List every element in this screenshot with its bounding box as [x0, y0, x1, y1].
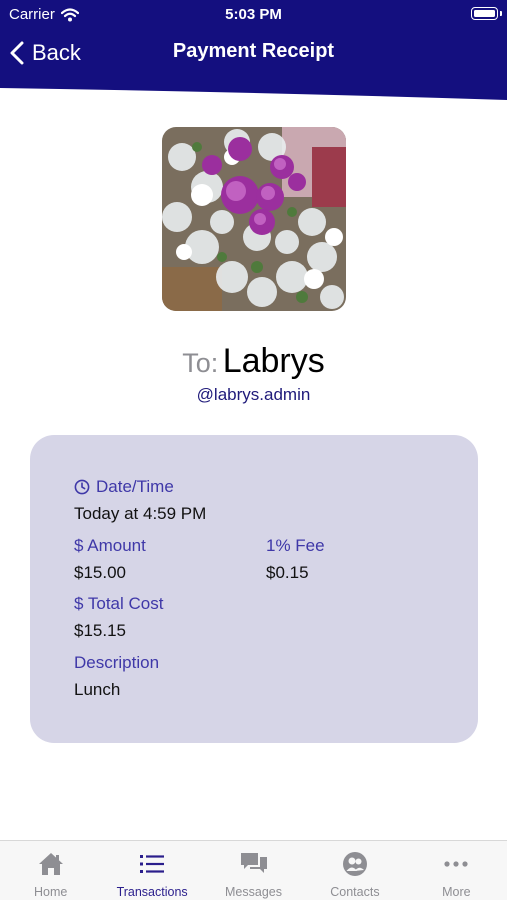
payment-receipt-screen: Carrier 5:03 PM Back Payment Receipt To:…	[0, 0, 507, 900]
list-icon	[140, 855, 165, 873]
messages-icon	[240, 853, 267, 873]
description-label: Description	[74, 653, 160, 672]
recipient-handle[interactable]: @labrys.admin	[0, 385, 507, 405]
status-bar: Carrier 5:03 PM	[0, 0, 507, 28]
amount-label: $ Amount	[74, 536, 146, 555]
tab-contacts[interactable]: Contacts	[304, 841, 405, 900]
amount-field: $ Amount $15.00	[74, 536, 146, 583]
fee-value: $0.15	[266, 563, 309, 582]
tab-transactions-label: Transactions	[116, 885, 188, 899]
status-time: 5:03 PM	[225, 6, 282, 23]
amount-value: $15.00	[74, 563, 126, 582]
tab-more-label: More	[442, 885, 471, 899]
tab-home[interactable]: Home	[0, 841, 101, 900]
home-icon	[38, 853, 63, 875]
tab-bar: Home Transactions Messages Contacts More	[0, 840, 507, 900]
battery-icon	[471, 7, 498, 20]
recipient-heading: To: Labrys	[0, 342, 507, 381]
clock-icon	[74, 479, 90, 495]
tab-messages-label: Messages	[225, 885, 282, 899]
total-label: $ Total Cost	[74, 594, 164, 613]
fee-field: 1% Fee $0.15	[266, 536, 325, 583]
more-icon	[444, 861, 468, 867]
description-value: Lunch	[74, 680, 121, 699]
recipient-avatar	[162, 127, 346, 311]
datetime-field: Date/Time Today at 4:59 PM	[74, 477, 206, 524]
battery-tip	[500, 11, 502, 16]
header: Carrier 5:03 PM Back Payment Receipt	[0, 0, 507, 104]
datetime-value: Today at 4:59 PM	[74, 504, 207, 523]
chevron-left-icon	[10, 41, 24, 65]
tab-messages[interactable]: Messages	[203, 841, 304, 900]
total-value: $15.15	[74, 621, 126, 640]
tab-transactions[interactable]: Transactions	[101, 841, 202, 900]
receipt-details-card: Date/Time Today at 4:59 PM $ Amount $15.…	[30, 435, 478, 743]
tab-more[interactable]: More	[406, 841, 507, 900]
tab-contacts-label: Contacts	[330, 885, 380, 899]
to-label: To:	[182, 348, 219, 378]
back-label: Back	[32, 40, 81, 65]
recipient-name: Labrys	[222, 342, 325, 380]
datetime-label-row: Date/Time	[74, 477, 206, 497]
fee-label: 1% Fee	[266, 536, 325, 555]
description-field: Description Lunch	[74, 653, 159, 700]
datetime-label: Date/Time	[96, 477, 174, 496]
back-button[interactable]: Back	[10, 38, 81, 68]
tab-home-label: Home	[34, 885, 68, 899]
contacts-icon	[342, 852, 367, 876]
total-field: $ Total Cost $15.15	[74, 594, 163, 641]
